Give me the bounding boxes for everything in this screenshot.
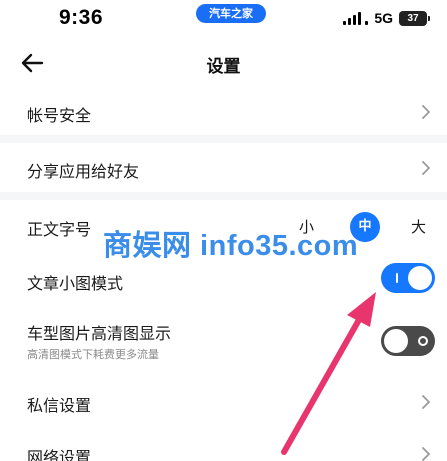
article-thumbnail-mode-toggle[interactable] [381, 263, 435, 293]
signal-icon [343, 11, 369, 25]
settings-item-article-thumbnail-mode: 文章小图模式 [0, 258, 447, 302]
status-indicators: 5G 37 [343, 9, 430, 27]
share-app-label: 分享应用给好友 [27, 162, 140, 181]
car-image-hd-toggle[interactable] [381, 326, 435, 356]
settings-item-car-image-hd: 车型图片高清图显示 高清图模式下耗费更多流量 [0, 316, 447, 366]
car-image-hd-sublabel: 高清图模式下耗费更多流量 [27, 348, 159, 361]
settings-item-account-security[interactable]: 帐号安全 [0, 90, 447, 134]
chevron-right-icon [422, 105, 430, 119]
chevron-right-icon [422, 447, 430, 461]
settings-item-font-size: 正文字号 小 中 大 [0, 204, 447, 248]
font-size-label: 正文字号 [27, 220, 92, 239]
app-badge: 汽车之家 [196, 4, 266, 23]
article-thumbnail-mode-label: 文章小图模式 [27, 274, 124, 293]
font-size-medium-option[interactable]: 中 [350, 212, 380, 242]
section-divider [0, 135, 447, 143]
battery-icon: 37 [399, 10, 430, 26]
settings-item-private-message[interactable]: 私信设置 [0, 380, 447, 424]
page-title: 设置 [206, 57, 241, 77]
private-message-label: 私信设置 [27, 396, 92, 415]
status-bar: 9:36 汽车之家 5G 37 [0, 0, 447, 36]
chevron-right-icon [422, 161, 430, 175]
settings-item-share-app[interactable]: 分享应用给好友 [0, 146, 447, 190]
chevron-right-icon [422, 395, 430, 409]
page-header: 设置 [0, 40, 447, 86]
network-type: 5G [374, 10, 393, 26]
settings-item-network[interactable]: 网络设置 [0, 432, 447, 461]
account-security-label: 帐号安全 [27, 106, 92, 125]
section-divider [0, 192, 447, 200]
font-size-large-option[interactable]: 大 [411, 216, 426, 237]
network-settings-label: 网络设置 [27, 448, 92, 461]
car-image-hd-label: 车型图片高清图显示 [27, 324, 172, 343]
status-time: 9:36 [59, 6, 104, 29]
font-size-small-option[interactable]: 小 [299, 216, 314, 237]
